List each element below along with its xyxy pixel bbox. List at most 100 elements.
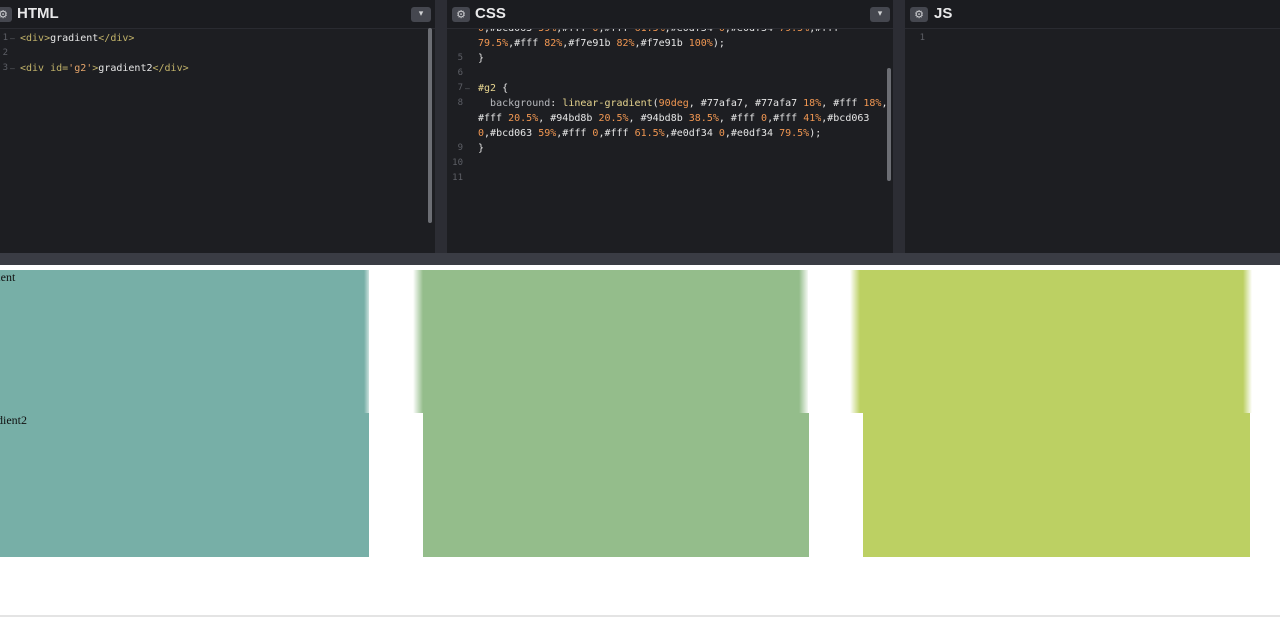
line-number: 10 (452, 158, 463, 168)
code-line: 0,#bcd063 59%,#fff 0,#fff 61.5%,#e0df34 … (478, 29, 839, 36)
g2-block-green (423, 413, 809, 557)
code-token: gradient2 (98, 63, 153, 74)
code-token: ,#f7e91b (634, 38, 689, 49)
code-token: ,#fff (809, 29, 839, 34)
code-token: 18% (803, 98, 822, 109)
code-token: 90deg (658, 98, 689, 109)
resize-handle[interactable] (0, 253, 1280, 265)
code-token: ,#fff (508, 38, 545, 49)
line-number: 1 (919, 33, 925, 43)
code-token: 41% (803, 113, 822, 124)
html-pane-title: HTML (17, 5, 59, 22)
code-token: 38.5% (688, 113, 719, 124)
code-token: { (502, 83, 509, 94)
result-preview: lient dient2 (0, 265, 1280, 617)
code-token: 59% (538, 29, 556, 34)
gear-icon[interactable]: ⚙ (452, 7, 470, 22)
js-editor-pane[interactable]: ⚙ JS 1 (905, 0, 1280, 253)
css-code-area[interactable]: 0,#bcd063 59%,#fff 0,#fff 61.5%,#e0df34 … (447, 29, 893, 253)
code-line: <div>gradient</div> (20, 31, 134, 46)
editor-area: ⚙ HTML ▾ 1– <div>gradient</div> 2 3– <div id… (0, 0, 1280, 253)
html-scrollbar[interactable] (428, 28, 432, 223)
fold-toggle[interactable]: – (465, 81, 470, 96)
line-number: 1 (2, 33, 8, 43)
html-editor-pane[interactable]: ⚙ HTML ▾ 1– <div>gradient</div> 2 3– <div id… (0, 0, 435, 253)
code-token: ,#e0df34 (725, 29, 779, 34)
code-token: linear-gradient (562, 98, 653, 109)
code-line: } (478, 141, 484, 156)
code-token: background (490, 98, 551, 109)
code-token: ,#fff (598, 128, 635, 139)
code-line: #fff 20.5%, #94bd8b 20.5%, #94bd8b 38.5%… (478, 111, 869, 126)
css-editor-pane[interactable]: ⚙ CSS ▾ 0,#bcd063 59%,#fff 0,#fff 61.5%,… (447, 0, 893, 253)
code-token: , #fff (718, 113, 762, 124)
code-token: 61.5% (635, 29, 665, 34)
code-token: ,#fff (767, 113, 804, 124)
pane-divider[interactable] (435, 0, 447, 253)
code-token: #g2 (478, 83, 503, 94)
code-token: 'g2' (68, 63, 93, 74)
code-token: ); (809, 128, 822, 139)
code-line: background: linear-gradient(90deg, #77af… (478, 96, 887, 111)
fold-toggle[interactable]: – (10, 61, 15, 76)
code-token: 59% (538, 128, 557, 139)
code-token: 79.5% (779, 29, 809, 34)
code-line: #g2 { (478, 81, 508, 96)
line-number: 3 (2, 63, 8, 73)
js-code-area[interactable]: 1 (905, 29, 1280, 253)
line-number: 2 (2, 48, 8, 58)
js-pane-title: JS (934, 5, 953, 22)
code-token: , #77afa7, #77afa7 (688, 98, 804, 109)
code-token: ,#e0df34 (665, 29, 719, 34)
line-number: 5 (457, 53, 463, 63)
line-number: 11 (452, 173, 463, 183)
code-token: ,#e0df34 (664, 128, 719, 139)
g2-block-teal (0, 413, 369, 557)
code-token: , #94bd8b (538, 113, 599, 124)
code-token: 20.5% (508, 113, 539, 124)
code-token: 100% (688, 38, 713, 49)
gradient-block-yellow-green (850, 270, 1252, 413)
code-line: <div id='g2'>gradient2</div> (20, 61, 189, 76)
code-token: ,#bcd063 (484, 128, 539, 139)
css-scrollbar[interactable] (887, 68, 891, 181)
chevron-down-icon[interactable]: ▾ (870, 7, 890, 22)
code-line: } (478, 51, 484, 66)
gear-icon[interactable]: ⚙ (0, 7, 12, 22)
line-number: 9 (457, 143, 463, 153)
code-token: 82% (616, 38, 635, 49)
code-token: </div> (152, 63, 189, 74)
code-line: 0,#bcd063 59%,#fff 0,#fff 61.5%,#e0df34 … (478, 126, 821, 141)
pane-divider[interactable] (893, 0, 905, 253)
html-code-area[interactable]: 1– <div>gradient</div> 2 3– <div id='g2'>gra… (0, 29, 435, 253)
code-token: </div> (98, 33, 135, 44)
gradient2-label: dient2 (0, 413, 27, 427)
code-token: , #fff (821, 98, 864, 109)
gradient-block-teal (0, 270, 369, 413)
code-token: <div id= (20, 63, 69, 74)
code-token: 61.5% (634, 128, 665, 139)
code-token: 20.5% (598, 113, 629, 124)
code-token: gradient (50, 33, 99, 44)
code-token: 79.5% (478, 38, 509, 49)
code-token: ,#fff (556, 29, 592, 34)
code-token: ,#bcd063 (821, 113, 870, 124)
code-token: #fff (478, 113, 509, 124)
code-token: ,#e0df34 (724, 128, 780, 139)
code-token: , #94bd8b (628, 113, 689, 124)
line-number: 6 (457, 68, 463, 78)
js-pane-header: ⚙ JS (905, 0, 1280, 29)
gear-icon[interactable]: ⚙ (910, 7, 928, 22)
code-token: 82% (544, 38, 563, 49)
code-token: : (550, 98, 563, 109)
css-pane-title: CSS (475, 5, 506, 22)
gradient-label: lient (0, 270, 16, 284)
code-token: 18% (863, 98, 882, 109)
code-token: ,#f7e91b (562, 38, 617, 49)
chevron-down-icon[interactable]: ▾ (411, 7, 431, 22)
code-token: ,#fff (556, 128, 593, 139)
g2-block-yellow-green (863, 413, 1250, 557)
fold-toggle[interactable]: – (10, 31, 15, 46)
code-token: } (478, 143, 485, 154)
